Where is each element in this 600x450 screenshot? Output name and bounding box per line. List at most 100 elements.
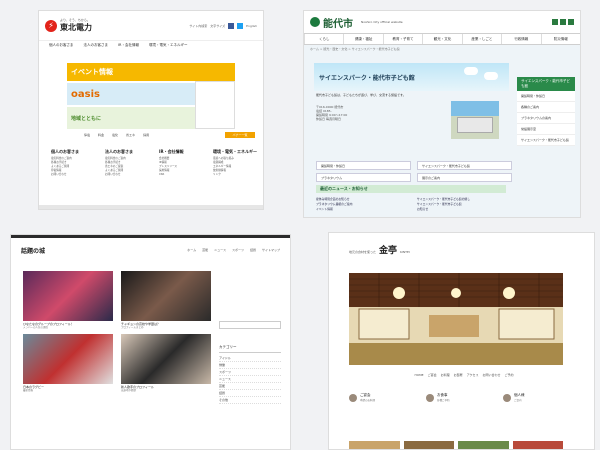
menu-item[interactable]: お料理	[441, 373, 450, 377]
nav-item[interactable]: IR・会社情報	[118, 43, 139, 48]
nav-item[interactable]: サイトマップ	[262, 248, 280, 252]
article-thumbnail[interactable]	[23, 271, 113, 321]
content-link[interactable]: プラネタリウム	[316, 173, 411, 182]
thumbnail[interactable]	[458, 441, 509, 449]
social-icon[interactable]	[237, 22, 244, 29]
brand-name: 東北電力	[60, 23, 92, 32]
article-thumbnail[interactable]	[121, 333, 211, 384]
side-menu-item[interactable]: 各種のご案内	[517, 102, 575, 113]
feature-item[interactable]: 個人様 ご案内	[503, 393, 563, 403]
event-banner[interactable]: イベント情報	[67, 63, 235, 81]
quick-link[interactable]: 料金	[98, 133, 104, 137]
content-link[interactable]: 開館時間・休館日	[316, 161, 411, 170]
menu-item[interactable]: HOME	[414, 373, 423, 377]
side-menu-item[interactable]: 常設展示室	[517, 124, 575, 135]
news-item[interactable]: プラネタリウム番組のご案内	[316, 202, 411, 206]
tool-icon[interactable]	[552, 19, 558, 25]
menu-item[interactable]: 健康・福祉	[343, 34, 382, 44]
nav-item[interactable]: 個人のお客さま	[49, 43, 74, 48]
social-icon[interactable]	[228, 22, 235, 29]
feature-item[interactable]: お食事 各種ご予約	[426, 393, 486, 403]
logo[interactable]: ⚡ より、そう、ちから。 東北電力	[45, 18, 92, 33]
news-item[interactable]: お知らせ	[417, 207, 512, 211]
side-banner[interactable]	[195, 81, 235, 129]
toplink[interactable]: 文字サイズ	[210, 24, 225, 28]
menu-item[interactable]: ご宴会	[428, 373, 437, 377]
toplink[interactable]: English	[246, 24, 257, 28]
news-item[interactable]: 夏休み特別企画のお知らせ	[316, 197, 411, 201]
news-item[interactable]: イベント情報	[316, 207, 411, 211]
thumbnail[interactable]	[349, 441, 400, 449]
menu-item[interactable]: ご予約	[505, 373, 514, 377]
thumbnail[interactable]	[512, 441, 563, 449]
menu-item[interactable]: 観光・文化	[422, 34, 461, 44]
article-card[interactable]: 新人歌手のプロフィール 出身地や経歴	[121, 333, 211, 393]
nav-item[interactable]: ホーム	[187, 248, 196, 252]
nav-item[interactable]: 芸能	[202, 248, 208, 252]
side-menu-item[interactable]: プラネタリウムの案内	[517, 113, 575, 124]
news-item[interactable]: サイエンスパーク・能代市子ども館の催し	[417, 197, 512, 201]
tool-icon[interactable]	[560, 19, 566, 25]
quick-link[interactable]: 停電	[84, 133, 90, 137]
content-link[interactable]: サイエンスパーク・能代市子ども館	[417, 161, 512, 170]
nav-item[interactable]: 環境・電気・エネルギー	[149, 43, 188, 48]
blog-logo[interactable]: 話題の城	[21, 246, 45, 255]
feature-name: 個人様	[514, 393, 525, 397]
logo-main: 金亭	[379, 246, 398, 256]
logo-prefix: 地元の食材を使った	[349, 250, 377, 254]
menu-item[interactable]: 防災情報	[540, 34, 580, 44]
ryokan-logo[interactable]: 地元の食材を使った 金亭 KINTEI	[349, 243, 410, 256]
category-item[interactable]: ニュース	[219, 376, 281, 383]
side-menu-item[interactable]: 開館時間・休館日	[517, 91, 575, 102]
thumbnail[interactable]	[403, 441, 454, 449]
feature-desc: 季節のお料理	[360, 399, 376, 402]
building-shape	[457, 117, 493, 133]
menu-item[interactable]: 教育・子育て	[382, 34, 422, 44]
menu-item[interactable]: くらし	[304, 34, 343, 44]
category-item[interactable]: 話題	[219, 390, 281, 397]
search-input[interactable]	[219, 321, 281, 329]
column-item[interactable]: お問い合わせ	[51, 173, 95, 177]
category-item[interactable]: アイドル	[219, 355, 281, 362]
menu-item[interactable]: お部屋	[454, 373, 463, 377]
column-item[interactable]: リンク	[213, 173, 257, 177]
quick-link[interactable]: 省エネ	[126, 133, 135, 137]
logo-english: KINTEI	[400, 250, 410, 254]
category-item[interactable]: 芸能	[219, 383, 281, 390]
banner-list-button[interactable]: バナー一覧	[225, 132, 255, 138]
menu-item[interactable]: アクセス	[467, 373, 479, 377]
feature-item[interactable]: ご宴会 季節のお料理	[349, 393, 409, 403]
article-excerpt: 最新情報	[23, 388, 34, 392]
nav-item[interactable]: スポーツ	[232, 248, 244, 252]
nav-item[interactable]: ニュース	[214, 248, 226, 252]
article-card[interactable]: 日本のラグビー 最新情報	[23, 333, 113, 393]
menu-item[interactable]: 産業・しごと	[461, 34, 501, 44]
menu-item[interactable]: 行政情報	[501, 34, 540, 44]
breadcrumb[interactable]: ホーム > 観光・歴史・文化 > サイエンスパーク・能代市子ども館	[304, 45, 580, 53]
category-item[interactable]: その他	[219, 397, 281, 404]
tool-icon[interactable]	[568, 19, 574, 25]
news-item[interactable]: サイエンスパーク・能代市子ども館	[417, 202, 512, 206]
toplink[interactable]: サイト内検索	[189, 24, 207, 28]
feature-name: お食事	[437, 393, 448, 397]
site-title[interactable]: 能代市	[323, 15, 353, 30]
article-thumbnail[interactable]	[121, 271, 211, 321]
content-link[interactable]: 展示のご案内	[417, 173, 512, 182]
nav-item[interactable]: 法人のお客さま	[84, 43, 109, 48]
quick-link[interactable]: 採用	[143, 133, 149, 137]
quick-link[interactable]: 電化	[112, 133, 118, 137]
column-item[interactable]: お問い合わせ	[105, 173, 149, 177]
top-links: サイト内検索 文字サイズ English	[189, 22, 257, 29]
category-item[interactable]: 俳優	[219, 362, 281, 369]
article-card[interactable]: ひなたなのグループのプロフィール！ メンバーの人気の理由	[23, 271, 113, 330]
article-card[interactable]: チャギョンの高校や学歴は？ プロフィールまとめ	[121, 271, 211, 330]
column-item[interactable]: CSR	[159, 173, 203, 177]
nav-item[interactable]: 話題	[250, 248, 256, 252]
menu-item[interactable]: お問い合わせ	[482, 373, 500, 377]
category-item[interactable]: スポーツ	[219, 369, 281, 376]
article-excerpt: メンバーの人気の理由	[23, 326, 49, 329]
page-hero: サイエンスパーク・能代市子ども館	[314, 63, 509, 91]
feature-name: ご宴会	[360, 393, 371, 397]
article-thumbnail[interactable]	[23, 333, 113, 384]
side-menu-item[interactable]: サイエンスパーク・能代市子ども館	[517, 135, 575, 146]
